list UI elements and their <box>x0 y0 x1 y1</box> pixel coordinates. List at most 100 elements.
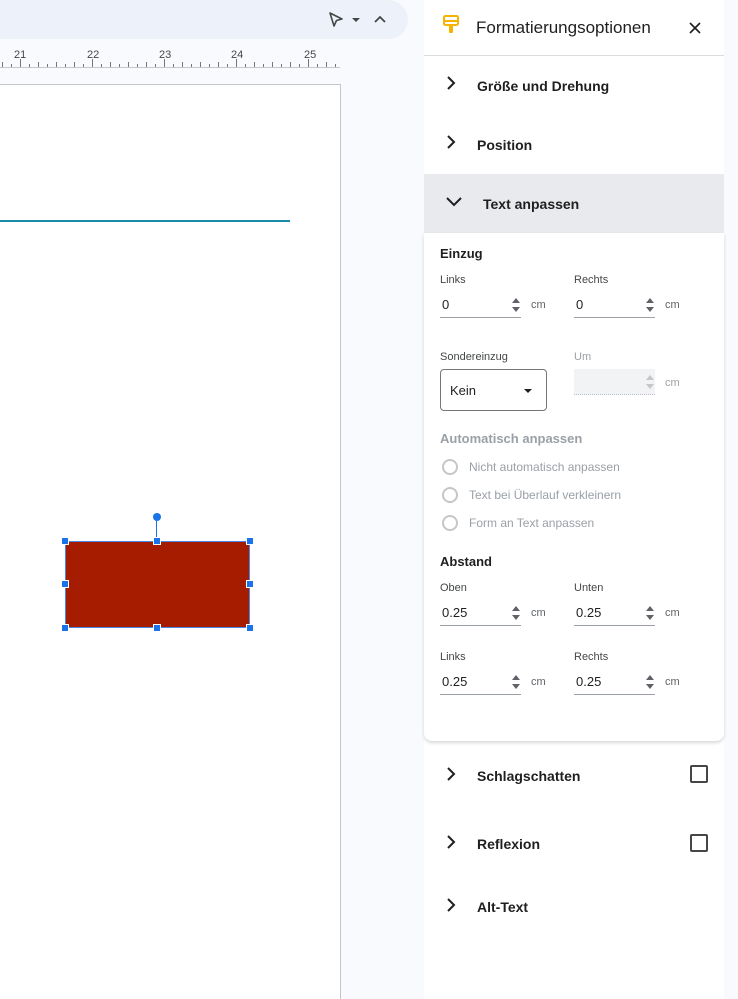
text-fit-options: Einzug Links Rechts 0 cm 0 cm Sondereinz… <box>424 233 724 741</box>
autofit-heading: Automatisch anpassen <box>440 431 583 446</box>
spinner-icon[interactable] <box>645 674 655 690</box>
resize-handle-left[interactable] <box>61 580 69 588</box>
ruler-tick <box>263 64 264 67</box>
pad-left-value: 0.25 <box>442 674 468 689</box>
radio-button[interactable] <box>442 459 458 475</box>
section-label: Position <box>477 136 533 153</box>
ruler-tick <box>254 62 255 67</box>
radio-label: Nicht automatisch anpassen <box>469 460 620 474</box>
ruler-tick <box>137 64 138 67</box>
ruler-tick <box>92 59 93 67</box>
section-text-fit[interactable]: Text anpassen <box>424 174 724 233</box>
ruler-number: 24 <box>231 49 244 61</box>
ruler-tick <box>290 62 291 67</box>
panel-title: Formatierungsoptionen <box>476 17 651 37</box>
ruler-tick <box>56 62 57 67</box>
resize-handle-right[interactable] <box>246 580 254 588</box>
ruler-tick <box>326 62 327 67</box>
resize-handle-bottom-right[interactable] <box>246 624 254 632</box>
radio-button[interactable] <box>442 487 458 503</box>
section-alt-text[interactable]: Alt-Text <box>424 881 724 933</box>
ruler-tick <box>191 64 192 67</box>
ruler-tick <box>182 62 183 67</box>
reflection-checkbox[interactable] <box>690 834 708 852</box>
ruler-tick <box>110 62 111 67</box>
indent-left-value: 0 <box>442 297 450 312</box>
close-icon[interactable] <box>684 17 706 39</box>
resize-handle-top-right[interactable] <box>246 537 254 545</box>
pad-left-label: Links <box>440 651 466 663</box>
section-label: Text anpassen <box>483 195 580 212</box>
chevron-right-icon <box>445 834 457 855</box>
indent-right-value: 0 <box>576 297 584 312</box>
resize-handle-bottom[interactable] <box>153 624 161 632</box>
ruler-tick <box>236 59 237 67</box>
panel-header: Formatierungsoptionen <box>424 0 724 56</box>
radio-label: Text bei Überlauf verkleinern <box>469 488 622 502</box>
ruler-tick <box>29 64 30 67</box>
indent-left-label: Links <box>440 274 466 286</box>
section-label: Größe und Drehung <box>477 77 610 94</box>
toolbar <box>0 0 408 39</box>
spinner-icon[interactable] <box>645 297 655 313</box>
resize-handle-bottom-left[interactable] <box>61 624 69 632</box>
select-cursor-icon[interactable] <box>326 10 346 30</box>
pad-top-label: Oben <box>440 582 467 594</box>
radio-button[interactable] <box>442 515 458 531</box>
radio-resize-shape[interactable]: Form an Text anpassen <box>442 514 594 532</box>
resize-handle-top-left[interactable] <box>61 537 69 545</box>
section-drop-shadow[interactable]: Schlagschatten <box>424 745 724 807</box>
pad-top-input[interactable]: 0.25 <box>440 600 521 626</box>
pad-right-input[interactable]: 0.25 <box>574 669 655 695</box>
section-position[interactable]: Position <box>424 115 724 174</box>
unit-label: cm <box>531 607 546 619</box>
ruler-tick <box>119 64 120 67</box>
radio-no-autofit[interactable]: Nicht automatisch anpassen <box>442 458 620 476</box>
indent-right-input[interactable]: 0 <box>574 292 655 318</box>
format-paint-icon <box>442 15 460 40</box>
resize-handle-top[interactable] <box>153 537 161 545</box>
ruler-tick <box>11 64 12 67</box>
ruler-tick <box>38 62 39 67</box>
section-reflection[interactable]: Reflexion <box>424 807 724 881</box>
section-label: Reflexion <box>477 836 541 852</box>
pad-bottom-input[interactable]: 0.25 <box>574 600 655 626</box>
collapse-toolbar-icon[interactable] <box>370 10 390 30</box>
ruler-tick <box>2 62 3 67</box>
selected-rectangle-shape[interactable] <box>65 541 250 628</box>
pad-bottom-value: 0.25 <box>576 605 602 620</box>
ruler-tick <box>155 64 156 67</box>
ruler-tick <box>317 64 318 67</box>
spinner-icon[interactable] <box>511 297 521 313</box>
indent-heading: Einzug <box>440 246 483 261</box>
line-shape[interactable] <box>0 220 290 222</box>
ruler-tick <box>128 62 129 67</box>
rotation-handle[interactable] <box>153 513 161 521</box>
unit-label: cm <box>665 299 680 311</box>
select-dropdown-caret-icon[interactable] <box>350 14 362 26</box>
ruler-tick <box>47 64 48 67</box>
spinner-icon[interactable] <box>511 605 521 621</box>
ruler-tick <box>200 62 201 67</box>
special-indent-select[interactable]: Kein <box>440 369 547 411</box>
ruler-number: 22 <box>87 49 100 61</box>
pad-top-value: 0.25 <box>442 605 468 620</box>
indent-left-input[interactable]: 0 <box>440 292 521 318</box>
spinner-icon[interactable] <box>511 674 521 690</box>
drop-shadow-checkbox[interactable] <box>690 765 708 783</box>
slide-canvas[interactable] <box>0 84 341 999</box>
dropdown-arrow-icon <box>524 389 532 393</box>
pad-left-input[interactable]: 0.25 <box>440 669 521 695</box>
ruler-tick <box>218 62 219 67</box>
radio-shrink-on-overflow[interactable]: Text bei Überlauf verkleinern <box>442 486 621 504</box>
section-size-rotation[interactable]: Größe und Drehung <box>424 56 724 115</box>
ruler-number: 23 <box>159 49 172 61</box>
chevron-right-icon <box>445 134 457 155</box>
ruler-tick <box>173 64 174 67</box>
special-indent-value: Kein <box>450 383 477 398</box>
ruler-tick <box>146 62 147 67</box>
ruler-tick <box>281 64 282 67</box>
format-options-panel: Formatierungsoptionen Größe und Drehung … <box>424 0 724 999</box>
spinner-icon[interactable] <box>645 605 655 621</box>
ruler-tick <box>335 64 336 67</box>
